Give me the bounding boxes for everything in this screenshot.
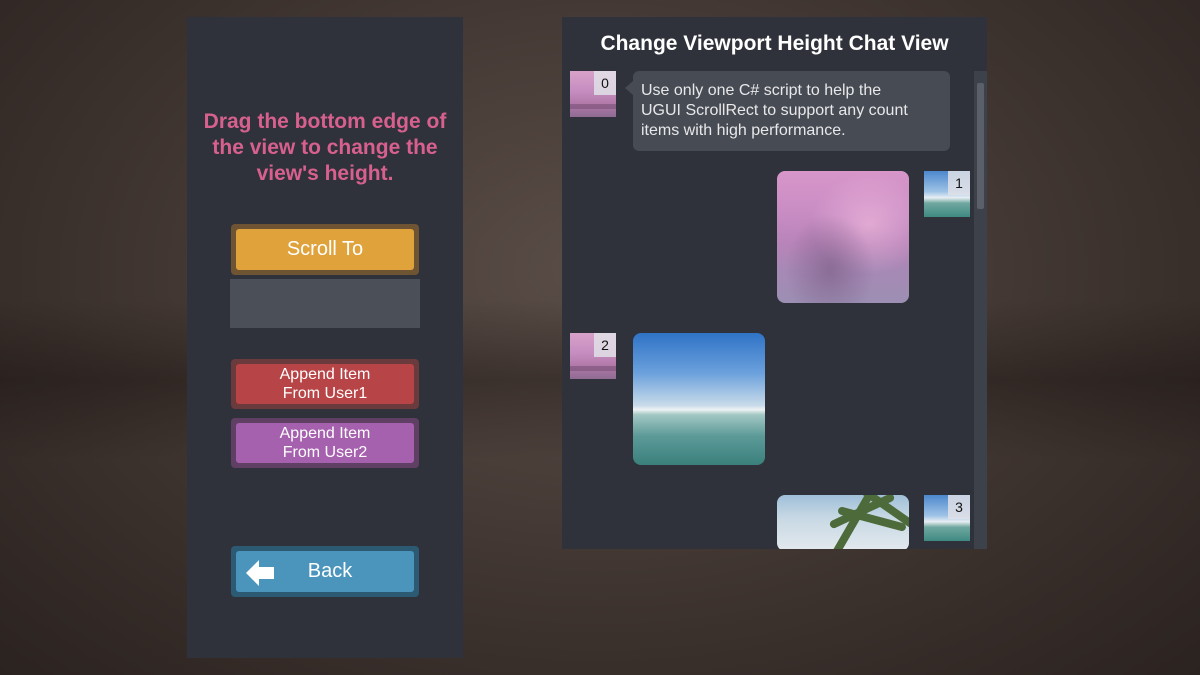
avatar: 2 — [570, 333, 616, 379]
chat-text-bubble: Use only one C# script to help the UGUI … — [625, 71, 950, 151]
left-arrow-icon — [246, 560, 274, 586]
control-panel: Drag the bottom edge of the view to chan… — [187, 17, 463, 658]
back-label: Back — [307, 560, 353, 582]
bubble-text-line: items with high performance. — [641, 122, 846, 139]
chat-scrollbar[interactable] — [974, 71, 987, 549]
bubble-text-line: UGUI ScrollRect to support any count — [641, 102, 908, 119]
chat-image-palm-tree[interactable] — [777, 495, 909, 549]
instructions-text: Drag the bottom edge of the view to chan… — [187, 109, 463, 187]
avatar: 3 — [924, 495, 970, 541]
chat-image-sea-lake[interactable] — [633, 333, 765, 465]
append-user2-label-line: Append Item — [279, 425, 371, 442]
append-user2-button[interactable]: Append Item From User2 — [231, 418, 419, 468]
chat-image-pink-sky[interactable] — [777, 171, 909, 303]
chat-view-panel: Change Viewport Height Chat View 0 Use o… — [562, 17, 987, 549]
back-button[interactable]: Back — [231, 546, 419, 597]
scroll-to-label: Scroll To — [286, 238, 364, 260]
avatar: 0 — [570, 71, 616, 117]
append-user1-button[interactable]: Append Item From User1 — [231, 359, 419, 409]
instructions-line: the view to change the — [212, 136, 438, 159]
append-user2-label-line: From User2 — [282, 444, 368, 461]
item-index: 0 — [594, 71, 616, 95]
append-user1-label-line: From User1 — [282, 385, 368, 402]
item-index: 3 — [948, 495, 970, 519]
item-index: 2 — [594, 333, 616, 357]
chat-scroll-viewport[interactable]: 0 Use only one C# script to help the UGU… — [562, 71, 974, 549]
scroll-index-input[interactable] — [230, 279, 420, 328]
avatar: 1 — [924, 171, 970, 217]
instructions-line: Drag the bottom edge of — [203, 110, 447, 133]
instructions-line: view's height. — [256, 162, 394, 185]
chat-title: Change Viewport Height Chat View — [600, 32, 949, 55]
chat-scrollbar-thumb[interactable] — [977, 83, 984, 209]
append-user1-label-line: Append Item — [279, 366, 371, 383]
scroll-to-button[interactable]: Scroll To — [231, 224, 419, 275]
item-index: 1 — [948, 171, 970, 195]
bubble-text-line: Use only one C# script to help the — [641, 82, 882, 99]
